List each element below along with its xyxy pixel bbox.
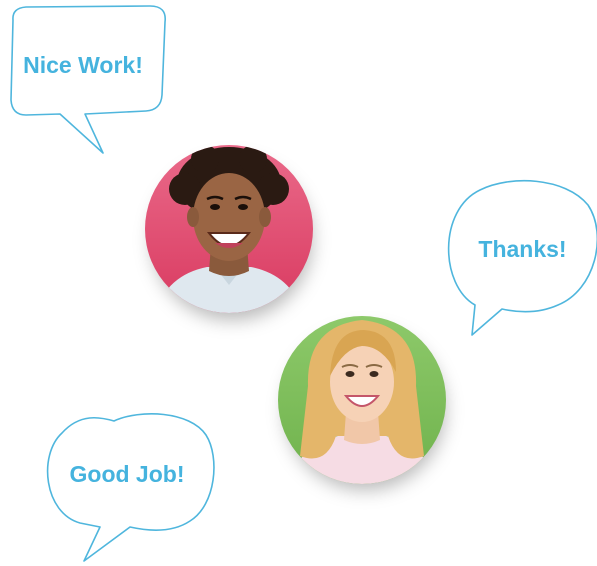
bubble-text-thanks: Thanks! [478, 236, 567, 262]
avatar-woman [278, 316, 446, 484]
speech-bubble-good-job: Good Job! [40, 405, 220, 565]
bubble-text-good-job: Good Job! [69, 461, 185, 487]
speech-bubble-nice-work: Nice Work! [0, 0, 180, 160]
smiling-woman-portrait-icon [278, 316, 446, 484]
speech-bubble-icon [10, 5, 167, 154]
speech-bubble-thanks: Thanks! [440, 175, 597, 340]
bubble-text-nice-work: Nice Work! [23, 52, 143, 78]
smiling-man-portrait-icon [145, 145, 313, 313]
testimonial-illustration: Nice Work! Thanks! Good Job! [0, 0, 597, 566]
avatar-man [145, 145, 313, 313]
